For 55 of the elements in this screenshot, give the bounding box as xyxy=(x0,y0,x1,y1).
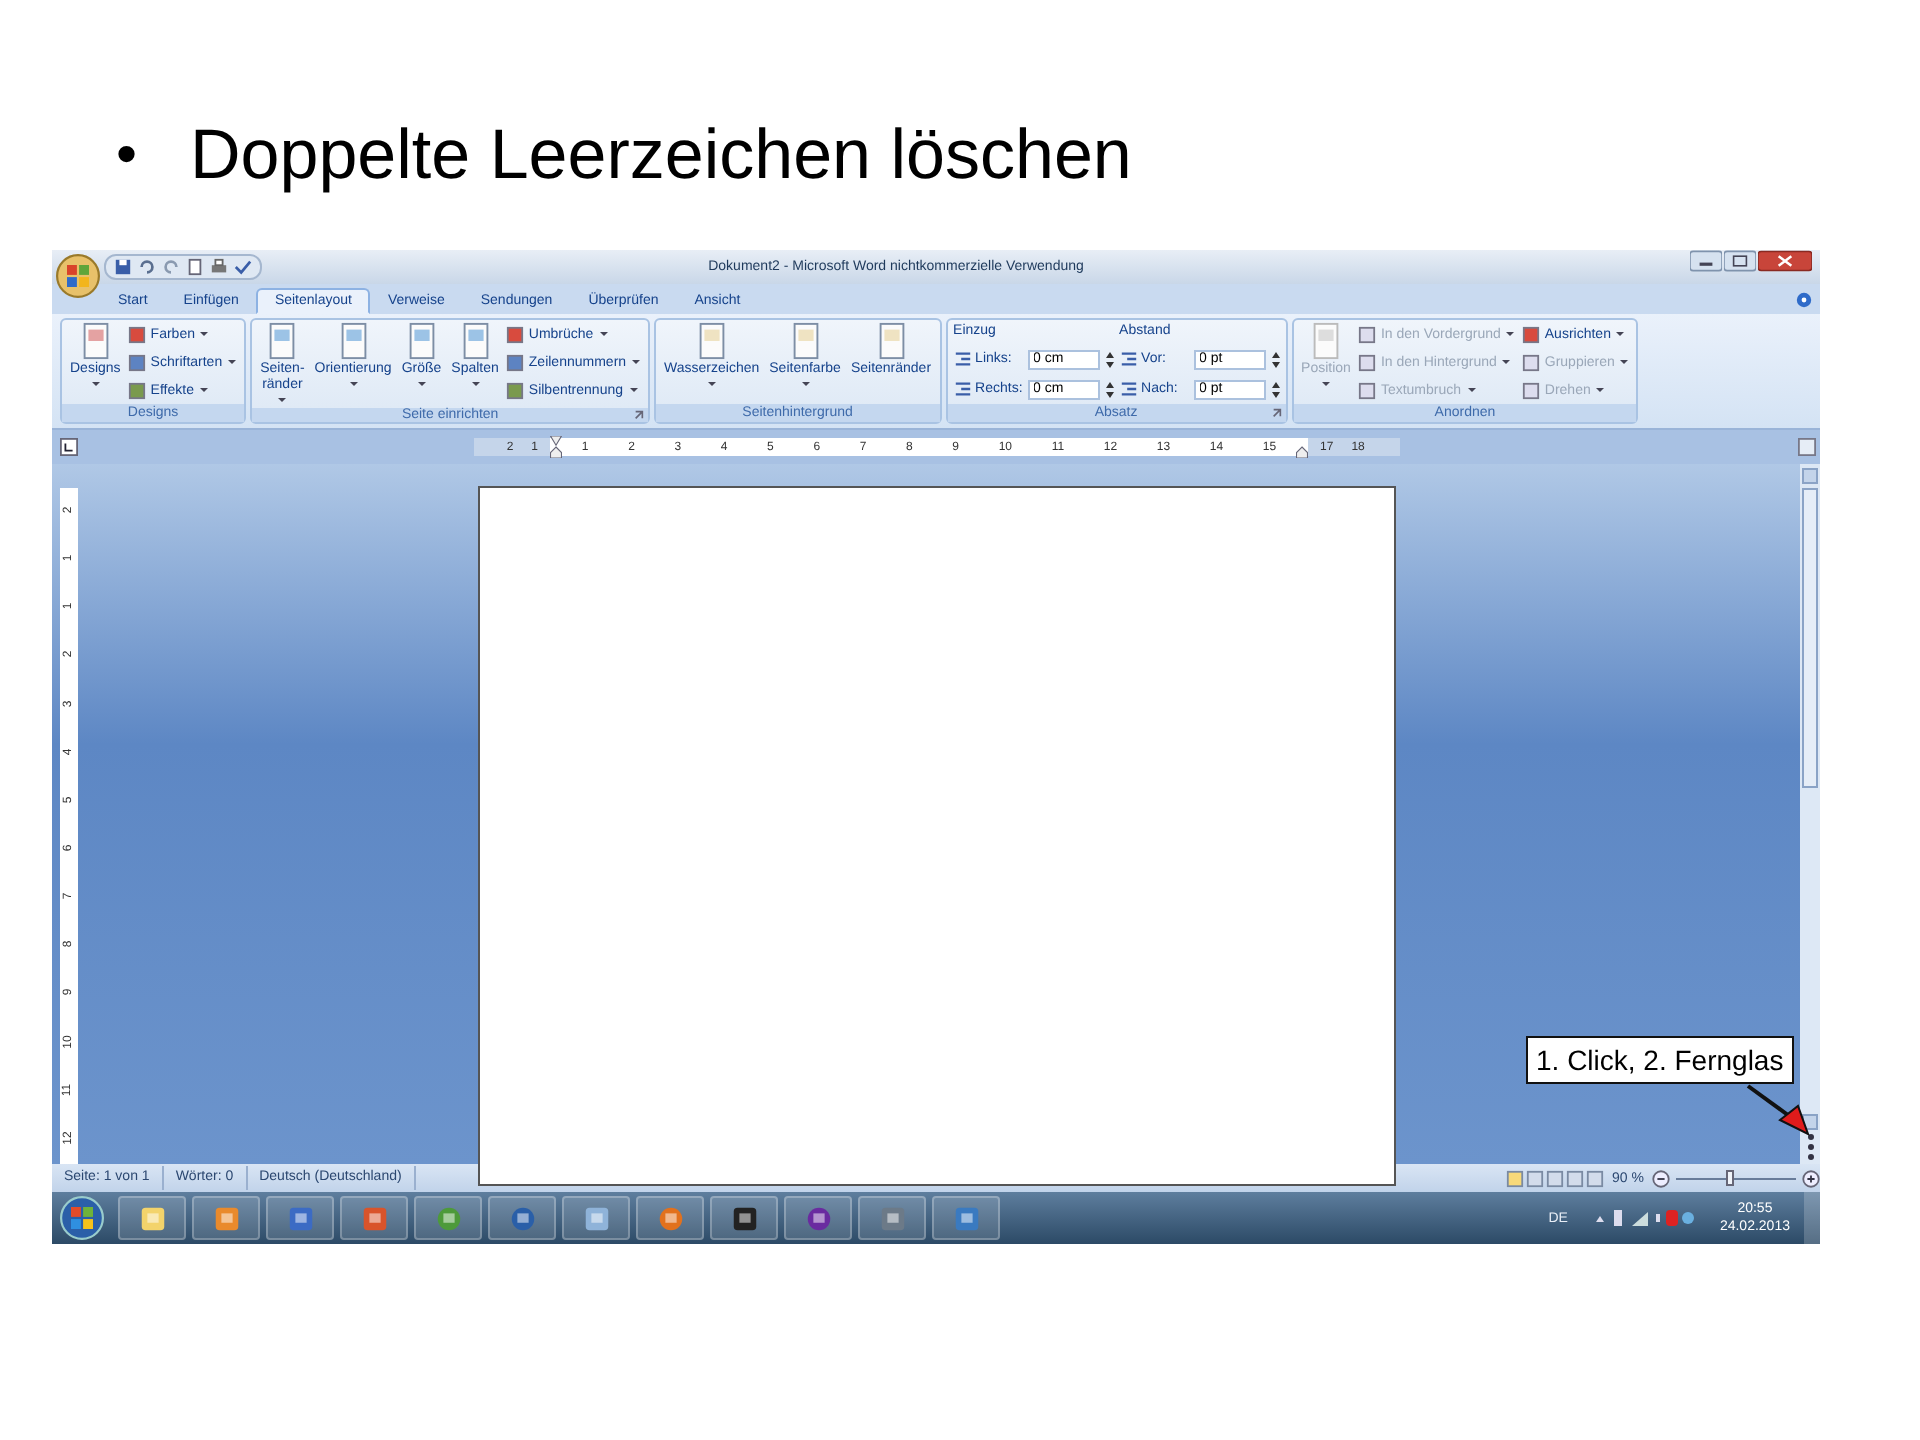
pointer-arrow xyxy=(1744,1082,1812,1138)
page-icon xyxy=(266,322,299,360)
close-button[interactable] xyxy=(1758,250,1812,272)
square-icon xyxy=(128,353,147,371)
indent-icon xyxy=(1119,350,1138,368)
page-icon xyxy=(459,322,492,360)
indent-icon xyxy=(953,350,972,368)
page-icon[interactable] xyxy=(186,258,204,276)
square-icon xyxy=(506,353,525,371)
zoom-in-icon[interactable] xyxy=(1802,1169,1820,1187)
square-icon xyxy=(128,325,147,343)
launcher-icon[interactable] xyxy=(1271,408,1282,418)
spinner-icon[interactable] xyxy=(1271,351,1280,367)
minimize-button[interactable] xyxy=(1690,250,1722,272)
square-icon xyxy=(1522,353,1541,371)
slide-title: Doppelte Leerzeichen löschen xyxy=(190,116,1132,196)
tab-selector-icon[interactable] xyxy=(60,438,78,456)
slider-thumb[interactable] xyxy=(1726,1169,1734,1185)
indent-icon xyxy=(953,380,972,398)
square-icon xyxy=(128,381,147,399)
redo-icon[interactable] xyxy=(162,258,180,276)
page-icon xyxy=(405,322,438,360)
callout: 1. Click, 2. Fernglas xyxy=(1526,1036,1794,1084)
square-icon xyxy=(1358,325,1377,343)
square-icon xyxy=(506,325,525,343)
ruler-toggle-icon[interactable] xyxy=(1798,438,1816,456)
indent-icon xyxy=(1119,380,1138,398)
spinner-icon[interactable] xyxy=(1105,381,1114,397)
page-icon xyxy=(1310,322,1342,360)
spellcheck-icon[interactable] xyxy=(234,258,252,276)
square-icon xyxy=(1358,353,1377,371)
page-icon xyxy=(695,322,728,360)
start-button[interactable] xyxy=(60,1196,104,1240)
printer-icon[interactable] xyxy=(210,258,228,276)
maximize-button[interactable] xyxy=(1724,250,1756,272)
scrollbar-thumb[interactable] xyxy=(1802,488,1818,788)
page-icon xyxy=(337,322,370,360)
page-icon xyxy=(789,322,822,360)
scrollbar[interactable] xyxy=(1800,464,1820,1164)
square-icon xyxy=(506,381,525,399)
office-button[interactable] xyxy=(56,254,100,298)
undo-icon[interactable] xyxy=(138,258,156,276)
bullet: • xyxy=(116,120,140,192)
spinner-icon[interactable] xyxy=(1271,381,1280,397)
save-icon[interactable] xyxy=(114,258,132,276)
launcher-icon[interactable] xyxy=(634,410,645,420)
zoom-out-icon[interactable] xyxy=(1652,1169,1670,1187)
square-icon xyxy=(1522,381,1541,399)
spinner-icon[interactable] xyxy=(1105,351,1114,367)
help-icon[interactable] xyxy=(1796,291,1812,307)
page-icon xyxy=(79,322,112,360)
square-icon xyxy=(1358,381,1377,399)
page-icon xyxy=(875,322,907,360)
square-icon xyxy=(1522,325,1541,343)
indent-marker[interactable] xyxy=(550,436,562,458)
